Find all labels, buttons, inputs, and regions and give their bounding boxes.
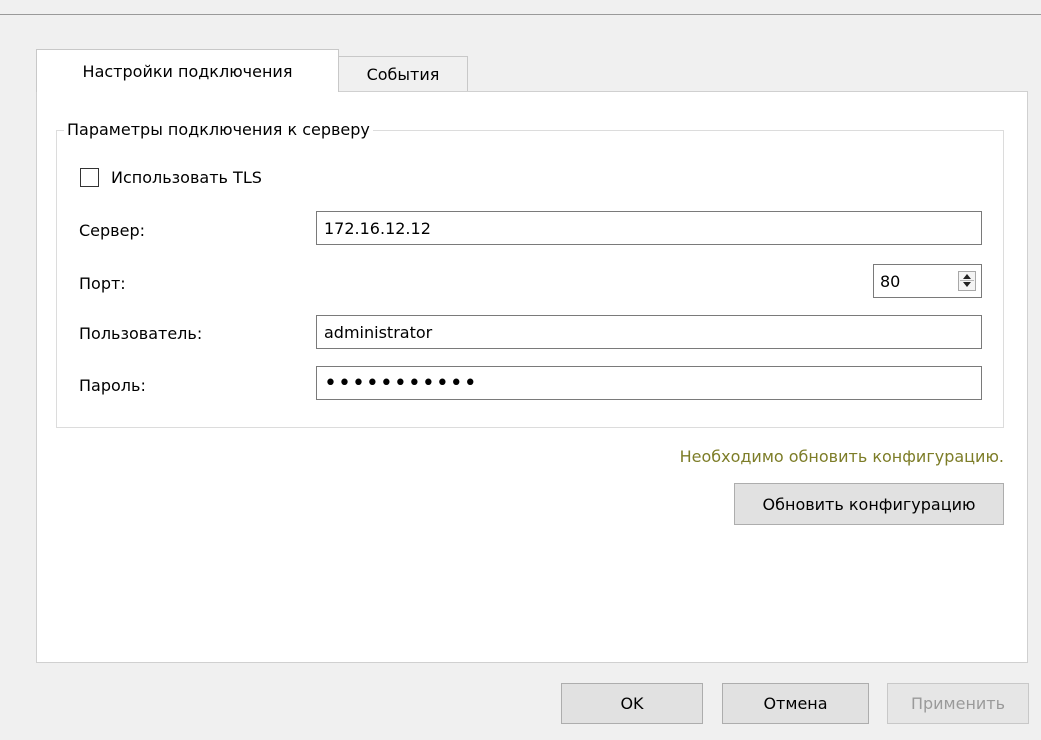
tab-events[interactable]: События xyxy=(338,56,468,92)
password-label: Пароль: xyxy=(79,376,146,395)
use-tls-label: Использовать TLS xyxy=(111,168,262,187)
spin-down-icon[interactable] xyxy=(963,282,971,287)
ok-button[interactable]: OK xyxy=(561,683,703,724)
window-top-edge xyxy=(0,0,1041,15)
tab-label: Настройки подключения xyxy=(82,61,293,81)
tab-label: События xyxy=(366,65,440,84)
password-value: ••••••••••• xyxy=(324,370,478,396)
port-stepper[interactable]: 80 xyxy=(873,264,982,298)
password-field[interactable]: ••••••••••• xyxy=(316,366,982,400)
user-label: Пользователь: xyxy=(79,324,203,343)
tab-connection-settings[interactable]: Настройки подключения xyxy=(36,49,339,92)
cancel-label: Отмена xyxy=(763,694,828,713)
port-value: 80 xyxy=(880,271,901,291)
server-label: Сервер: xyxy=(79,221,145,240)
server-value: 172.16.12.12 xyxy=(324,218,431,238)
spin-up-icon[interactable] xyxy=(963,274,971,279)
update-config-label: Обновить конфигурацию xyxy=(762,494,976,514)
update-config-button[interactable]: Обновить конфигурацию xyxy=(734,483,1004,525)
server-field[interactable]: 172.16.12.12 xyxy=(316,211,982,245)
user-value: administrator xyxy=(324,322,433,342)
cancel-button[interactable]: Отмена xyxy=(722,683,869,724)
use-tls-checkbox-row[interactable]: Использовать TLS xyxy=(80,168,262,187)
group-title: Параметры подключения к серверу xyxy=(64,119,373,141)
user-field[interactable]: administrator xyxy=(316,315,982,349)
apply-button[interactable]: Применить xyxy=(887,683,1029,724)
use-tls-checkbox[interactable] xyxy=(80,168,99,187)
port-label: Порт: xyxy=(79,274,126,293)
spin-divider xyxy=(960,280,974,281)
apply-label: Применить xyxy=(910,694,1006,713)
ok-label: OK xyxy=(620,694,644,713)
config-update-notice: Необходимо обновить конфигурацию. xyxy=(679,447,1004,466)
port-spin-buttons[interactable] xyxy=(958,271,976,291)
